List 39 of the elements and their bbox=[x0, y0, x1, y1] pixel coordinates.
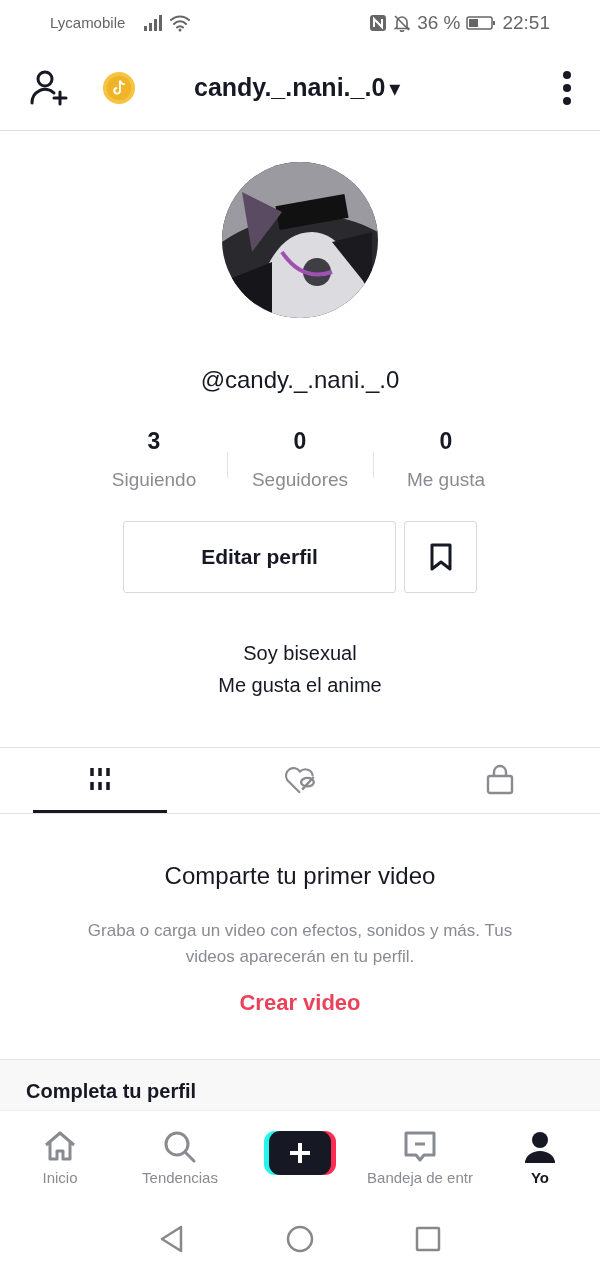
empty-title: Comparte tu primer video bbox=[164, 862, 436, 890]
card-title: Completa tu perfil bbox=[26, 1080, 197, 1103]
plus-icon bbox=[264, 1129, 336, 1177]
grid-icon bbox=[88, 766, 112, 792]
home-circle-icon[interactable] bbox=[285, 1224, 315, 1254]
bio-line: Me gusta el anime bbox=[218, 673, 382, 698]
profile-handle: @candy._.nani._.0 bbox=[200, 366, 400, 394]
battery-icon bbox=[466, 14, 497, 31]
person-icon bbox=[522, 1129, 558, 1165]
bio-line: Soy bisexual bbox=[242, 641, 358, 666]
clock-time: 22:51 bbox=[502, 11, 550, 34]
wifi-icon bbox=[169, 13, 192, 32]
stat-label: Me gusta bbox=[406, 469, 486, 491]
stat-label: Seguidores bbox=[251, 469, 349, 491]
carrier-name: Lycamobile bbox=[50, 14, 126, 31]
stat-label: Siguiendo bbox=[111, 469, 197, 491]
recents-icon[interactable] bbox=[413, 1224, 443, 1254]
add-person-icon[interactable] bbox=[30, 69, 70, 106]
nav-item[interactable]: Yo bbox=[480, 1129, 600, 1186]
edit-profile-button[interactable]: Editar perfil bbox=[123, 521, 396, 593]
nav-item[interactable]: Bandeja de entr bbox=[360, 1129, 480, 1186]
signal-icon bbox=[143, 14, 164, 31]
stat-count: 0 bbox=[293, 428, 307, 455]
bookmark-button[interactable] bbox=[404, 521, 477, 593]
nav-item[interactable]: Inicio bbox=[0, 1129, 120, 1186]
nav-item[interactable]: Tendencias bbox=[120, 1129, 240, 1186]
nfc-icon bbox=[369, 13, 388, 32]
stat-count: 3 bbox=[147, 428, 161, 455]
muted-bell-icon bbox=[393, 13, 412, 32]
empty-message: Graba o carga un video con efectos, sonidos y más. Tus videos aparecerán en tu perfil. bbox=[86, 920, 514, 968]
create-video-link[interactable]: Crear video bbox=[239, 990, 361, 1016]
account-switcher[interactable]: candy._.nani._.0 ▾ bbox=[136, 73, 562, 102]
stat-count: 0 bbox=[439, 428, 453, 455]
bookmark-icon bbox=[428, 542, 453, 572]
search-icon bbox=[162, 1129, 198, 1165]
battery-percent: 36 % bbox=[417, 11, 461, 34]
more-options-icon[interactable] bbox=[562, 69, 572, 106]
lock-icon bbox=[485, 763, 515, 795]
coin-icon[interactable] bbox=[102, 70, 136, 105]
